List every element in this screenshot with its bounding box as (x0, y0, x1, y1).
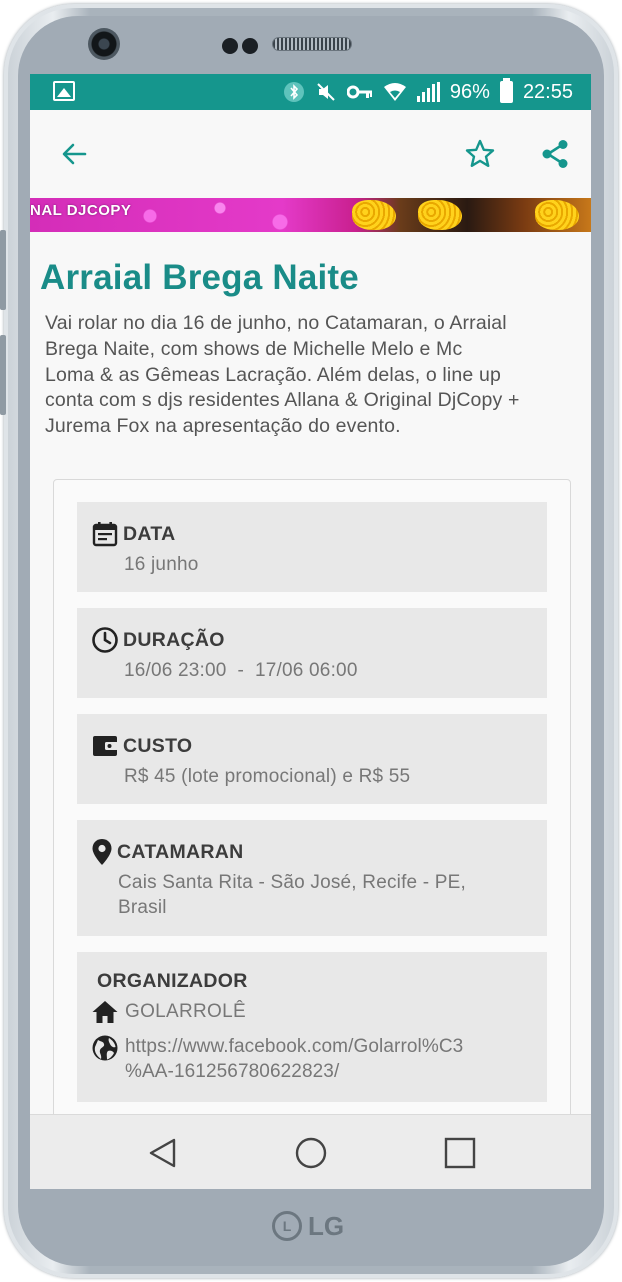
location-header: CATAMARAN (91, 838, 244, 866)
volume-down-button (0, 335, 6, 415)
duration-header: DURAÇÃO (91, 626, 225, 654)
event-title: Arraial Brega Naite (40, 258, 359, 297)
cost-block: CUSTO R$ 45 (lote promocional) e R$ 55 (77, 714, 547, 804)
location-address: Cais Santa Rita - São José, Recife - PE,… (118, 870, 466, 920)
description-line: Loma & as Gêmeas Lacração. Além delas, o… (45, 363, 501, 386)
back-button[interactable] (52, 132, 96, 176)
status-icons: 96% 22:55 (283, 74, 573, 110)
organizer-url-line: https://www.facebook.com/Golarrol%C3 (125, 1036, 464, 1057)
organizer-label: ORGANIZADOR (97, 970, 248, 992)
nav-home-button[interactable] (291, 1133, 331, 1173)
cost-value: R$ 45 (lote promocional) e R$ 55 (124, 766, 411, 787)
triangle-back-icon (149, 1138, 176, 1168)
battery-percent: 96% (449, 80, 490, 103)
date-block: DATA 16 junho (77, 502, 547, 592)
earpiece-speaker (272, 37, 352, 51)
image-icon (53, 81, 75, 101)
corn-decoration (352, 200, 396, 230)
square-recents-icon (444, 1137, 476, 1169)
date-value: 16 junho (124, 554, 199, 575)
description-line: conta com s djs residentes Allana & Orig… (45, 389, 520, 412)
description-line: Brega Naite, com shows de Michelle Melo … (45, 337, 463, 360)
clock-icon (91, 626, 119, 654)
duration-value: 16/06 23:00 - 17/06 06:00 (124, 660, 358, 681)
screen: 96% 22:55 NAL DJCOPY Arraial Brega Naite… (30, 74, 591, 1189)
nav-recents-button[interactable] (440, 1133, 480, 1173)
key-icon (346, 80, 373, 104)
home-icon (91, 998, 119, 1026)
duration-label: DURAÇÃO (123, 628, 225, 651)
event-description: Vai rolar no dia 16 de junho, no Catamar… (45, 311, 575, 440)
favorite-button[interactable] (458, 132, 502, 176)
date-label: DATA (123, 522, 176, 545)
share-icon (542, 140, 568, 168)
signal-icon (416, 82, 440, 102)
clock: 22:55 (522, 80, 573, 103)
navigation-bar (30, 1114, 591, 1189)
brand-name: LG (308, 1210, 345, 1241)
location-label: CATAMARAN (117, 840, 244, 863)
nav-back-button[interactable] (143, 1133, 183, 1173)
event-details-card: DATA 16 junho DURAÇÃO 16/06 23:00 - 17/0… (53, 479, 571, 1189)
calendar-icon (91, 520, 119, 548)
corn-decoration (535, 200, 579, 230)
lg-circle-icon: L (272, 1211, 302, 1241)
duration-block: DURAÇÃO 16/06 23:00 - 17/06 06:00 (77, 608, 547, 698)
front-camera (88, 28, 120, 60)
wallet-icon (91, 732, 119, 760)
organizer-url-line: %AA-161256780622823/ (125, 1061, 340, 1082)
organizer-header: ORGANIZADOR (97, 970, 248, 993)
organizer-name: GOLARROLÊ (125, 1001, 246, 1022)
status-bar: 96% 22:55 (30, 74, 591, 110)
location-block[interactable]: CATAMARAN Cais Santa Rita - São José, Re… (77, 820, 547, 936)
arrow-left-icon (62, 143, 87, 165)
sensor-right (242, 38, 258, 54)
cost-label: CUSTO (123, 734, 193, 757)
organizer-url[interactable]: https://www.facebook.com/Golarrol%C3 %AA… (125, 1034, 463, 1084)
event-banner-image: NAL DJCOPY (30, 198, 591, 232)
date-header: DATA (91, 520, 175, 548)
address-line: Cais Santa Rita - São José, Recife - PE, (118, 872, 467, 893)
cost-header: CUSTO (91, 732, 192, 760)
bluetooth-icon (283, 80, 305, 104)
sensor-left (222, 38, 238, 54)
description-line: Jurema Fox na apresentação do evento. (45, 415, 401, 438)
volume-up-button (0, 230, 6, 310)
organizer-link-row[interactable]: https://www.facebook.com/Golarrol%C3 %AA… (91, 1034, 463, 1084)
globe-icon (91, 1034, 119, 1062)
corn-decoration (418, 200, 462, 230)
wifi-icon (383, 80, 407, 104)
map-pin-icon (91, 838, 113, 866)
address-line: Brasil (118, 897, 167, 918)
star-outline-icon (465, 139, 495, 167)
description-line: Vai rolar no dia 16 de junho, no Catamar… (45, 312, 507, 334)
brand-logo: L LG (272, 1208, 362, 1244)
battery-icon (499, 78, 513, 103)
organizer-name-row: GOLARROLÊ (91, 998, 246, 1026)
organizer-block: ORGANIZADOR GOLARROLÊ https://www.facebo… (77, 952, 547, 1102)
mute-icon (315, 80, 337, 104)
app-bar (30, 110, 591, 198)
banner-text: NAL DJCOPY (30, 202, 132, 219)
share-button[interactable] (533, 132, 577, 176)
circle-home-icon (295, 1137, 327, 1169)
